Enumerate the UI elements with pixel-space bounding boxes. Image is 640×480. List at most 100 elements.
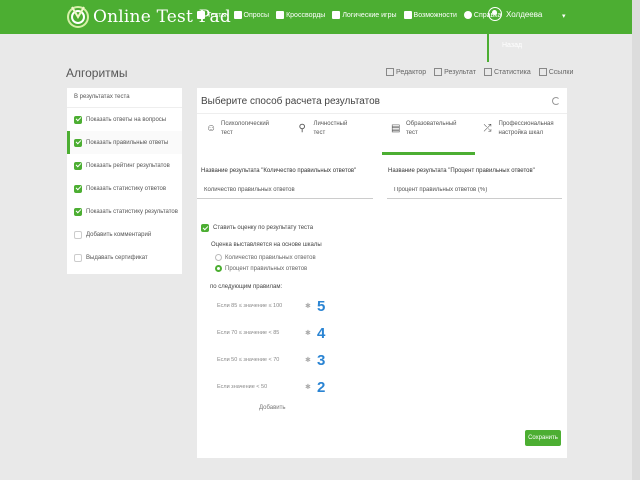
action-label: Редактор	[396, 68, 427, 76]
sidebar-item-correct-answers[interactable]: Показать правильные ответы	[67, 131, 182, 154]
avatar	[488, 7, 502, 21]
page-actions: Редактор Результат Статистика Ссылки	[386, 68, 573, 76]
nav-crosswords[interactable]: Кроссворды	[276, 11, 325, 19]
grade-checkbox-row[interactable]: Ставить оценку по результату теста	[201, 224, 313, 232]
tab-professional[interactable]: ⤮ Профессиональная настройка шкал	[475, 114, 568, 155]
radio-count[interactable]: Количество правильных ответов	[215, 254, 316, 261]
logo-icon	[66, 3, 90, 31]
page-scrollbar[interactable]	[632, 0, 640, 480]
rule-condition: Если 50 ≤ значение < 70	[217, 357, 280, 363]
tab-label: Личностный	[313, 121, 348, 127]
grid-icon	[276, 11, 285, 19]
chevron-down-icon[interactable]: ▾	[562, 12, 566, 20]
sidebar-item-label: Показать ответы на вопросы	[86, 116, 167, 123]
asterisk-icon: ✱	[305, 384, 311, 391]
sidebar-item-label: Показать статистику ответов	[86, 185, 167, 192]
user-dropdown-connector	[487, 34, 489, 62]
refresh-icon[interactable]	[552, 97, 560, 105]
radio-label: Количество правильных ответов	[225, 254, 316, 261]
top-navbar: Online Test Pad Тесты Опросы Кроссворды …	[0, 0, 640, 34]
field-label-count: Название результата "Количество правильн…	[201, 168, 357, 174]
grade-rule-row[interactable]: Если 70 ≤ значение < 85 ✱ 4	[217, 324, 326, 342]
tab-label: тест	[406, 130, 418, 136]
feature-icon	[403, 11, 412, 19]
info-icon	[463, 11, 472, 19]
result-link[interactable]: Результат	[434, 68, 476, 76]
tab-label: настройка шкал	[498, 130, 544, 136]
asterisk-icon: ✱	[305, 303, 311, 310]
radio-button[interactable]	[215, 254, 222, 261]
sidebar-item-label: Показать правильные ответы	[86, 139, 169, 146]
sidebar-item-label: Показать статистику результатов	[86, 208, 178, 215]
nav-label: Возможности	[413, 11, 457, 19]
sidebar-item-comment[interactable]: Добавить комментарий	[67, 223, 182, 246]
result-options-sidebar: В результатах теста Показать ответы на в…	[67, 88, 182, 274]
sidebar-item-label: Выдавать сертификат	[86, 254, 148, 261]
rule-condition: Если 85 ≤ значение ≤ 100	[217, 303, 283, 309]
checkbox[interactable]	[74, 138, 82, 147]
sidebar-item-label: Добавить комментарий	[86, 231, 152, 238]
count-result-name-input[interactable]	[197, 182, 373, 199]
radio-button[interactable]	[215, 265, 222, 272]
sidebar-item-answers[interactable]: Показать ответы на вопросы	[67, 108, 182, 131]
rules-label: по следующим правилам:	[210, 284, 283, 290]
nav-features[interactable]: Возможности	[403, 11, 457, 19]
calculation-panel: Выберите способ расчета результатов ☺ Пси…	[197, 88, 567, 458]
user-dropdown-item[interactable]: Назад	[502, 42, 522, 49]
sidebar-item-certificate[interactable]: Выдавать сертификат	[67, 246, 182, 269]
document-icon: ▤	[391, 123, 401, 134]
shuffle-icon: ⤮	[483, 123, 492, 134]
sidebar-heading: В результатах теста	[67, 88, 182, 108]
rule-grade: 4	[317, 324, 326, 342]
user-menu[interactable]: Холдеева	[488, 7, 542, 21]
grade-rule-row[interactable]: Если значение < 50 ✱ 2	[217, 379, 325, 396]
add-rule-link[interactable]: Добавить	[259, 405, 286, 411]
nav-label: Опросы	[243, 11, 270, 19]
grade-checkbox-label: Ставить оценку по результату теста	[213, 225, 314, 231]
person-icon: ⚲	[298, 123, 306, 134]
rule-grade: 3	[317, 351, 326, 369]
save-button[interactable]: Сохранить	[525, 430, 561, 446]
checkbox[interactable]	[201, 224, 209, 232]
tab-personal[interactable]: ⚲ Личностный тест	[290, 114, 383, 155]
editor-link[interactable]: Редактор	[386, 68, 426, 76]
smile-icon: ☺	[206, 123, 217, 134]
nav-games[interactable]: Логические игры	[332, 11, 397, 19]
checkbox[interactable]	[74, 161, 82, 170]
tab-label: Профессиональная	[498, 121, 554, 127]
grade-rule-row[interactable]: Если 85 ≤ значение ≤ 100 ✱ 5	[217, 298, 325, 315]
checkbox[interactable]	[74, 184, 82, 193]
grade-rule-row[interactable]: Если 50 ≤ значение < 70 ✱ 3	[217, 351, 326, 369]
percent-result-name-input[interactable]	[387, 182, 562, 199]
checkbox[interactable]	[74, 230, 82, 239]
result-icon	[434, 68, 443, 76]
checkbox[interactable]	[74, 207, 82, 216]
nav-label: Тесты	[207, 11, 227, 19]
nav-tests[interactable]: Тесты	[197, 11, 227, 19]
sidebar-item-answer-stats[interactable]: Показать статистику ответов	[67, 177, 182, 200]
page-title: Алгоритмы	[66, 66, 128, 80]
editor-icon	[386, 68, 394, 76]
nav-polls[interactable]: Опросы	[233, 11, 270, 19]
nav-label: Логические игры	[342, 11, 397, 19]
checkbox[interactable]	[74, 115, 82, 124]
asterisk-icon: ✱	[305, 357, 311, 364]
link-icon	[538, 68, 547, 76]
links-link[interactable]: Ссылки	[538, 68, 574, 76]
checkbox[interactable]	[74, 253, 82, 262]
radio-percent[interactable]: Процент правильных ответов	[215, 265, 307, 272]
scale-label: Оценка выставляется на основе шкалы	[211, 242, 322, 248]
tab-educational[interactable]: ▤ Образовательный тест	[382, 114, 475, 155]
action-label: Ссылки	[548, 68, 574, 76]
poll-icon	[233, 11, 242, 19]
statistics-link[interactable]: Статистика	[483, 68, 531, 76]
sidebar-item-result-stats[interactable]: Показать статистику результатов	[67, 200, 182, 223]
panel-title: Выберите способ расчета результатов	[201, 96, 380, 107]
tab-label: тест	[221, 130, 233, 136]
field-label-percent: Название результата "Процент правильных …	[388, 168, 535, 174]
user-name: Холдеева	[506, 9, 543, 19]
tab-psychological[interactable]: ☺ Психологический тест	[197, 114, 290, 155]
tab-label: Психологический	[221, 121, 270, 127]
statistics-icon	[483, 68, 492, 76]
sidebar-item-rating[interactable]: Показать рейтинг результатов	[67, 154, 182, 177]
